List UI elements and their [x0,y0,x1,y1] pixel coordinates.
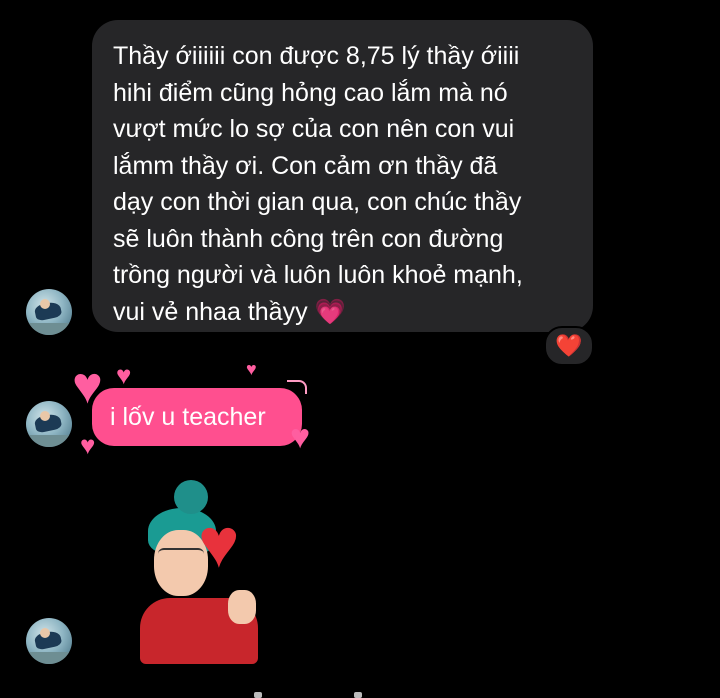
avatar-face [40,299,50,309]
message-text: Thầy ớiiiiii con được 8,75 lý thầy ớiiii… [113,42,523,326]
avatar-heart-sticker[interactable]: ♥ [130,478,280,668]
message-bubble-incoming[interactable]: Thầy ớiiiiii con được 8,75 lý thầy ớiiii… [92,20,593,332]
heart-effect-icon: ♥ [246,359,257,379]
heart-effect-icon: ♥ [290,418,311,456]
red-heart-icon: ❤️ [555,333,583,358]
heart-effect-icon: ♥ [116,360,132,390]
message-text: i lốv u teacher [110,402,266,431]
message-bubble-heart-effect[interactable]: i lốv u teacher [92,388,302,446]
avatar-ground [26,435,72,447]
cut-off-element [354,692,362,698]
heart-effect-icon: ♥ [72,357,103,415]
avatar-ground [26,323,72,335]
contact-avatar[interactable] [26,289,72,335]
reaction-badge[interactable]: ❤️ [544,326,594,366]
heart-effect-sparkle [287,380,307,394]
contact-avatar[interactable] [26,618,72,664]
cut-off-element [254,692,262,698]
sticker-hand [228,590,256,624]
avatar-face [40,628,50,638]
avatar-face [40,411,50,421]
heart-effect-icon: ♥ [80,430,96,460]
sticker-heart-icon: ♥ [198,504,240,582]
avatar-ground [26,652,72,664]
contact-avatar[interactable] [26,401,72,447]
